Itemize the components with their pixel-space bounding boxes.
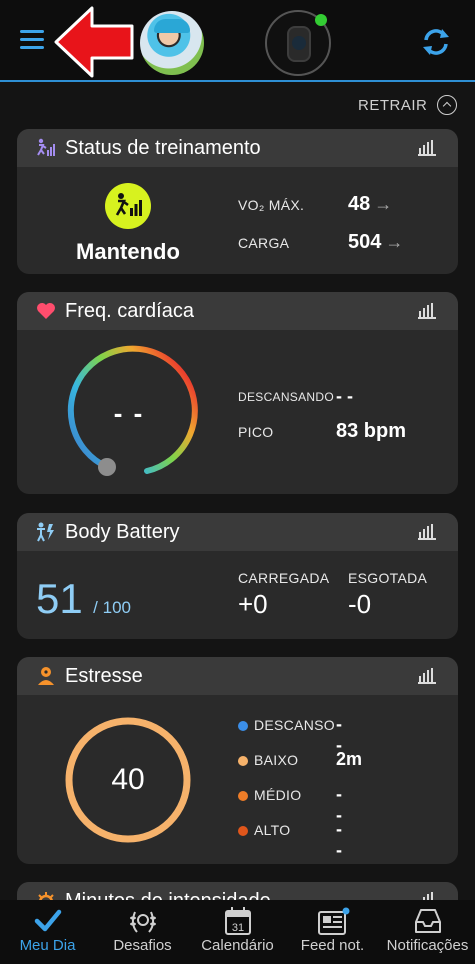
resting-value: - - bbox=[336, 386, 353, 406]
stress-icon bbox=[38, 667, 54, 685]
new-badge-dot bbox=[342, 907, 349, 915]
menu-icon[interactable] bbox=[20, 30, 44, 50]
stress-card[interactable]: Estresse 40 DESCANSO - - BAIXO 2m MÉDIO … bbox=[17, 657, 458, 864]
heart-icon bbox=[37, 303, 55, 319]
arrow-right-icon: → bbox=[374, 194, 393, 214]
low-label: BAIXO bbox=[254, 752, 299, 768]
nav-notificacoes[interactable]: Notificações bbox=[380, 900, 475, 964]
body-battery-icon bbox=[37, 522, 54, 542]
nav-calendario[interactable]: 31 Calendário bbox=[190, 900, 285, 964]
nav-label: Calendário bbox=[201, 937, 274, 954]
body-battery-title: Body Battery bbox=[65, 520, 180, 543]
training-status-value: Mantendo bbox=[76, 239, 180, 264]
arrow-right-icon: → bbox=[385, 232, 404, 252]
body-battery-max: / 100 bbox=[93, 598, 131, 617]
high-value: - - bbox=[336, 819, 342, 860]
training-status-title: Status de treinamento bbox=[65, 136, 261, 159]
stats-bars-icon[interactable] bbox=[418, 668, 436, 684]
sync-icon[interactable] bbox=[420, 26, 452, 58]
high-label: ALTO bbox=[254, 822, 291, 838]
charged-label: CARREGADA bbox=[238, 570, 330, 586]
nav-desafios[interactable]: Desafios bbox=[95, 900, 190, 964]
calendar-icon: 31 bbox=[224, 907, 251, 935]
bottom-navigation: Meu Dia Desafios 31 Calendário Feed not. bbox=[0, 900, 475, 964]
stats-bars-icon[interactable] bbox=[418, 140, 436, 156]
peak-label: PICO bbox=[238, 424, 274, 440]
stress-value: 40 bbox=[111, 763, 145, 796]
training-badge-icon bbox=[105, 183, 151, 229]
drained-label: ESGOTADA bbox=[348, 570, 428, 586]
stress-title: Estresse bbox=[65, 664, 143, 687]
nav-feed[interactable]: Feed not. bbox=[285, 900, 380, 964]
peak-value: 83 bpm bbox=[336, 420, 407, 442]
red-arrow-annotation bbox=[54, 6, 134, 78]
load-value[interactable]: 504 → bbox=[348, 231, 403, 254]
runner-chart-icon bbox=[37, 138, 55, 156]
resting-label: DESCANSANDO bbox=[238, 390, 334, 404]
vo2-label: VO₂ MÁX. bbox=[238, 197, 305, 213]
avatar[interactable] bbox=[140, 11, 204, 75]
heart-rate-card[interactable]: Freq. cardíaca - - DESCANSANDO - - PICO … bbox=[17, 292, 458, 494]
rest-label: DESCANSO bbox=[254, 717, 335, 733]
top-bar bbox=[0, 0, 475, 82]
check-icon bbox=[34, 909, 61, 932]
chevron-up-icon bbox=[437, 95, 458, 115]
nav-label: Notificações bbox=[386, 937, 469, 954]
nav-meu-dia[interactable]: Meu Dia bbox=[0, 900, 95, 964]
connected-dot bbox=[315, 14, 327, 26]
load-label: CARGA bbox=[238, 235, 290, 251]
nav-label: Feed not. bbox=[300, 937, 365, 954]
nav-label: Desafios bbox=[113, 937, 172, 954]
collapse-label: RETRAIR bbox=[358, 96, 428, 114]
stats-bars-icon[interactable] bbox=[418, 524, 436, 540]
charged-value: +0 bbox=[238, 589, 268, 619]
stress-header[interactable]: Estresse bbox=[17, 657, 458, 695]
nav-label: Meu Dia bbox=[19, 937, 76, 954]
watch-device-icon[interactable] bbox=[265, 10, 331, 76]
body-battery-header[interactable]: Body Battery bbox=[17, 513, 458, 551]
low-dot-icon bbox=[238, 756, 248, 766]
vo2-number: 48 bbox=[348, 193, 371, 215]
body-battery-value: 51 bbox=[36, 575, 83, 622]
training-status-card[interactable]: Status de treinamento Mantendo VO₂ MÁX. … bbox=[17, 129, 458, 274]
inbox-icon bbox=[414, 909, 441, 933]
collapse-button[interactable]: RETRAIR bbox=[358, 95, 458, 115]
heart-rate-current: - - bbox=[113, 398, 145, 428]
heart-rate-header[interactable]: Freq. cardíaca bbox=[17, 292, 458, 330]
vo2-value[interactable]: 48 → bbox=[348, 193, 392, 216]
body-battery-card[interactable]: Body Battery 51 / 100 CARREGADA +0 ESGOT… bbox=[17, 513, 458, 639]
load-number: 504 bbox=[348, 231, 382, 253]
laurel-icon bbox=[129, 911, 156, 933]
body-battery-reading: 51 / 100 bbox=[36, 575, 131, 623]
stats-bars-icon[interactable] bbox=[418, 303, 436, 319]
medium-dot-icon bbox=[238, 791, 248, 801]
low-value: 2m bbox=[336, 749, 363, 769]
heart-rate-title: Freq. cardíaca bbox=[65, 299, 194, 322]
svg-text:31: 31 bbox=[231, 922, 243, 934]
training-status-header[interactable]: Status de treinamento bbox=[17, 129, 458, 167]
news-icon bbox=[317, 907, 349, 935]
drained-value: -0 bbox=[348, 589, 372, 619]
high-dot-icon bbox=[238, 826, 248, 836]
rest-dot-icon bbox=[238, 721, 248, 731]
medium-label: MÉDIO bbox=[254, 787, 302, 803]
